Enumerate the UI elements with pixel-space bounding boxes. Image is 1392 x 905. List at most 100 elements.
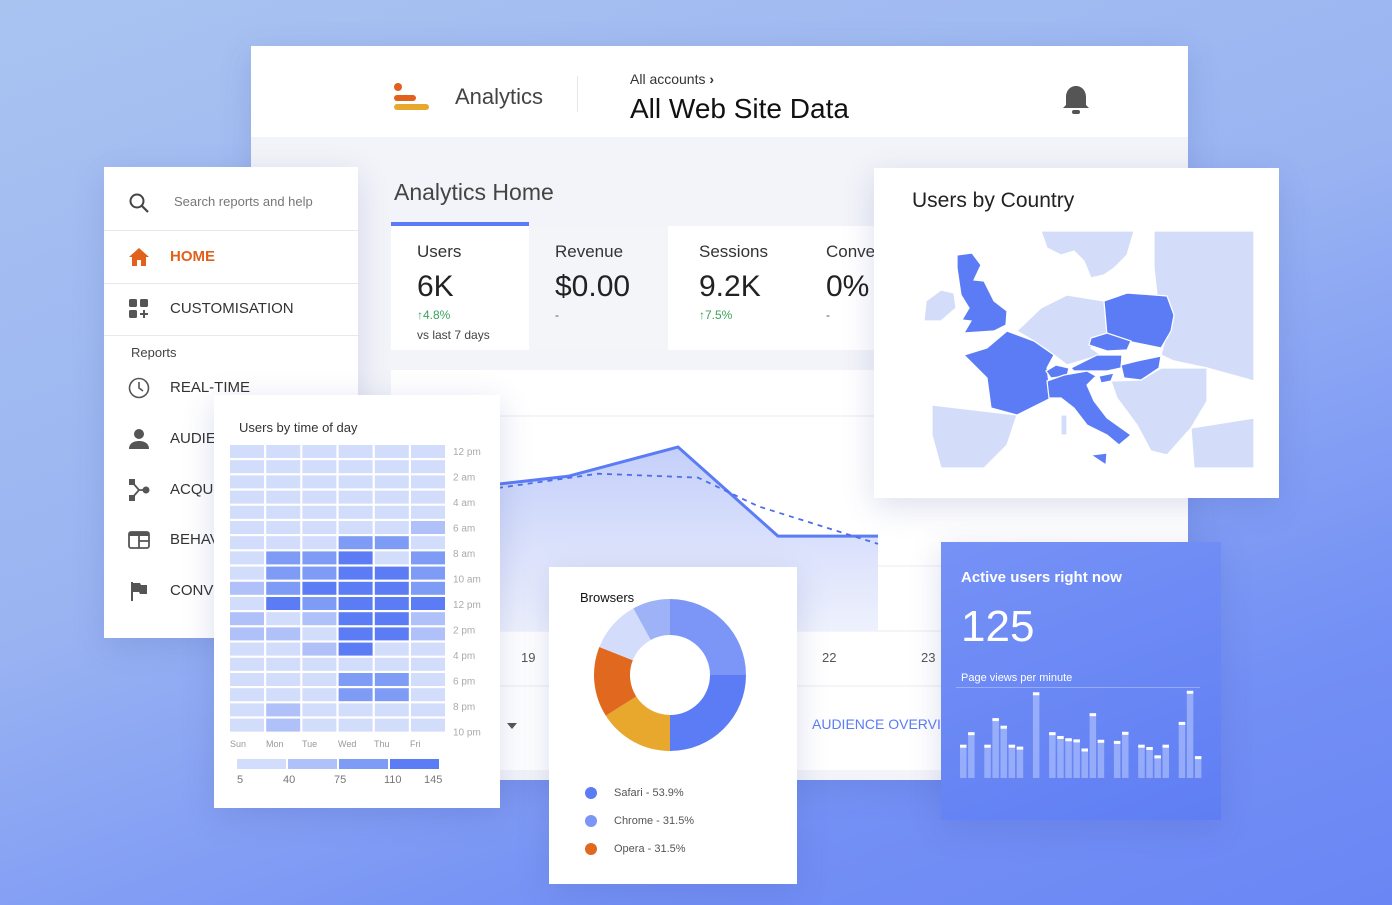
heatmap-cell (411, 581, 445, 595)
bar-cap (992, 718, 999, 722)
heatmap-cell (230, 445, 264, 458)
heatmap-cell (266, 673, 301, 686)
heatmap-cell (338, 551, 373, 565)
heatmap-cell (338, 597, 373, 610)
row-label: 6 am (453, 524, 475, 535)
heatmap-cell (374, 521, 409, 534)
bar-cap (1049, 732, 1056, 736)
heatmap-cell (374, 642, 409, 656)
heatmap-cell (230, 673, 264, 686)
heatmap-cell (302, 475, 337, 489)
metric-revenue[interactable]: Revenue $0.00 - (529, 226, 668, 350)
row-label: 10 am (453, 575, 481, 586)
bar-cap (1194, 756, 1202, 760)
search-bar[interactable]: Search reports and help (104, 178, 358, 228)
heatmap-cell (266, 505, 301, 519)
bar-cap (984, 744, 991, 748)
heatmap-cell (266, 566, 301, 580)
map-region-sardinia (1060, 414, 1068, 436)
bar (1097, 740, 1105, 778)
chevron-right-icon: › (709, 71, 715, 87)
bar-cap (1032, 692, 1040, 696)
bar-cap (1081, 748, 1088, 752)
heatmap-cell (411, 475, 445, 489)
bar (984, 745, 991, 778)
heatmap-cell (411, 551, 445, 565)
dropdown-arrow-icon[interactable] (507, 723, 517, 729)
metric-sessions[interactable]: Sessions 9.2K ↑7.5% (668, 226, 806, 350)
bar (1186, 691, 1194, 778)
legend-label: 75 (334, 774, 346, 786)
metric-value: $0.00 (555, 270, 631, 303)
metric-comparison: vs last 7 days (417, 328, 490, 342)
heatmap-cell (302, 627, 337, 641)
bar-cap (1154, 755, 1161, 759)
heatmap-cell (374, 475, 409, 489)
heatmap-cell (230, 460, 264, 474)
bell-icon[interactable] (1061, 84, 1091, 116)
heatmap-cell (266, 688, 301, 702)
heatmap-cell (374, 460, 409, 474)
heatmap-cell (374, 597, 409, 610)
bar-cap (1138, 744, 1145, 748)
bar-cap (1122, 731, 1129, 735)
card-title: Active users right now (961, 569, 1122, 586)
browsers-card: Browsers Safari - 53.9% Chrome - 31.5% Ope… (549, 567, 797, 884)
heatmap-cell (266, 642, 301, 656)
heatmap-cell (411, 673, 445, 686)
breadcrumb[interactable]: All accounts › (630, 71, 714, 87)
heatmap-cell (230, 490, 264, 504)
heatmap-cell (374, 505, 409, 519)
bar (992, 719, 999, 778)
bar (1065, 739, 1072, 778)
heatmap-cell (411, 445, 445, 458)
heatmap-cell (230, 718, 264, 732)
search-input[interactable]: Search reports and help (174, 194, 313, 209)
sidebar-item-home[interactable]: HOME (104, 232, 358, 282)
heatmap-cell (374, 627, 409, 641)
heatmap-cell (266, 521, 301, 534)
heatmap-cell (338, 718, 373, 732)
bar (1057, 736, 1064, 778)
heatmap-cell (266, 551, 301, 565)
breadcrumb-link[interactable]: All accounts (630, 71, 705, 87)
heatmap-cell (230, 642, 264, 656)
map-region-ireland (923, 289, 957, 322)
sidebar-item-customisation[interactable]: CUSTOMISATION (104, 284, 358, 334)
metric-change: ↑4.8% (417, 308, 451, 322)
heatmap-cell (266, 718, 301, 732)
heatmap-cell (374, 673, 409, 686)
bar (1154, 756, 1161, 778)
heatmap-cell (411, 612, 445, 626)
donut-slice (670, 675, 746, 751)
heatmap-cell (230, 551, 264, 565)
legend-swatch (237, 759, 286, 769)
heatmap-cell (411, 460, 445, 474)
sidebar-item-label: CUSTOMISATION (170, 300, 294, 317)
legend-label: Chrome - 31.5% (614, 815, 695, 827)
search-icon (129, 193, 149, 213)
home-icon (129, 248, 149, 266)
bar (960, 745, 967, 778)
property-title[interactable]: All Web Site Data (630, 93, 849, 125)
bar (1008, 745, 1016, 778)
heatmap-cell (302, 490, 337, 504)
row-label: 4 pm (453, 651, 475, 662)
heatmap-cell (302, 521, 337, 534)
heatmap-cell (266, 536, 301, 550)
users-by-time-card: Users by time of day 12 pm 2 am 4 am 6 am 8 … (214, 395, 500, 808)
heatmap-cell (411, 718, 445, 732)
row-label: 6 pm (453, 677, 475, 688)
bar-cap (1097, 739, 1105, 743)
bar (1113, 741, 1121, 778)
bar (1122, 732, 1129, 778)
metric-users[interactable]: Users 6K ↑4.8% vs last 7 days (391, 226, 529, 350)
heatmap-cell (266, 475, 301, 489)
browsers-donut-chart (594, 599, 746, 751)
europe-map[interactable] (874, 168, 1279, 498)
row-label: 8 pm (453, 702, 475, 713)
heatmap-cell (338, 657, 373, 671)
heatmap-cell (374, 536, 409, 550)
heatmap-cell (230, 657, 264, 671)
dashboard-add-icon (129, 299, 148, 318)
